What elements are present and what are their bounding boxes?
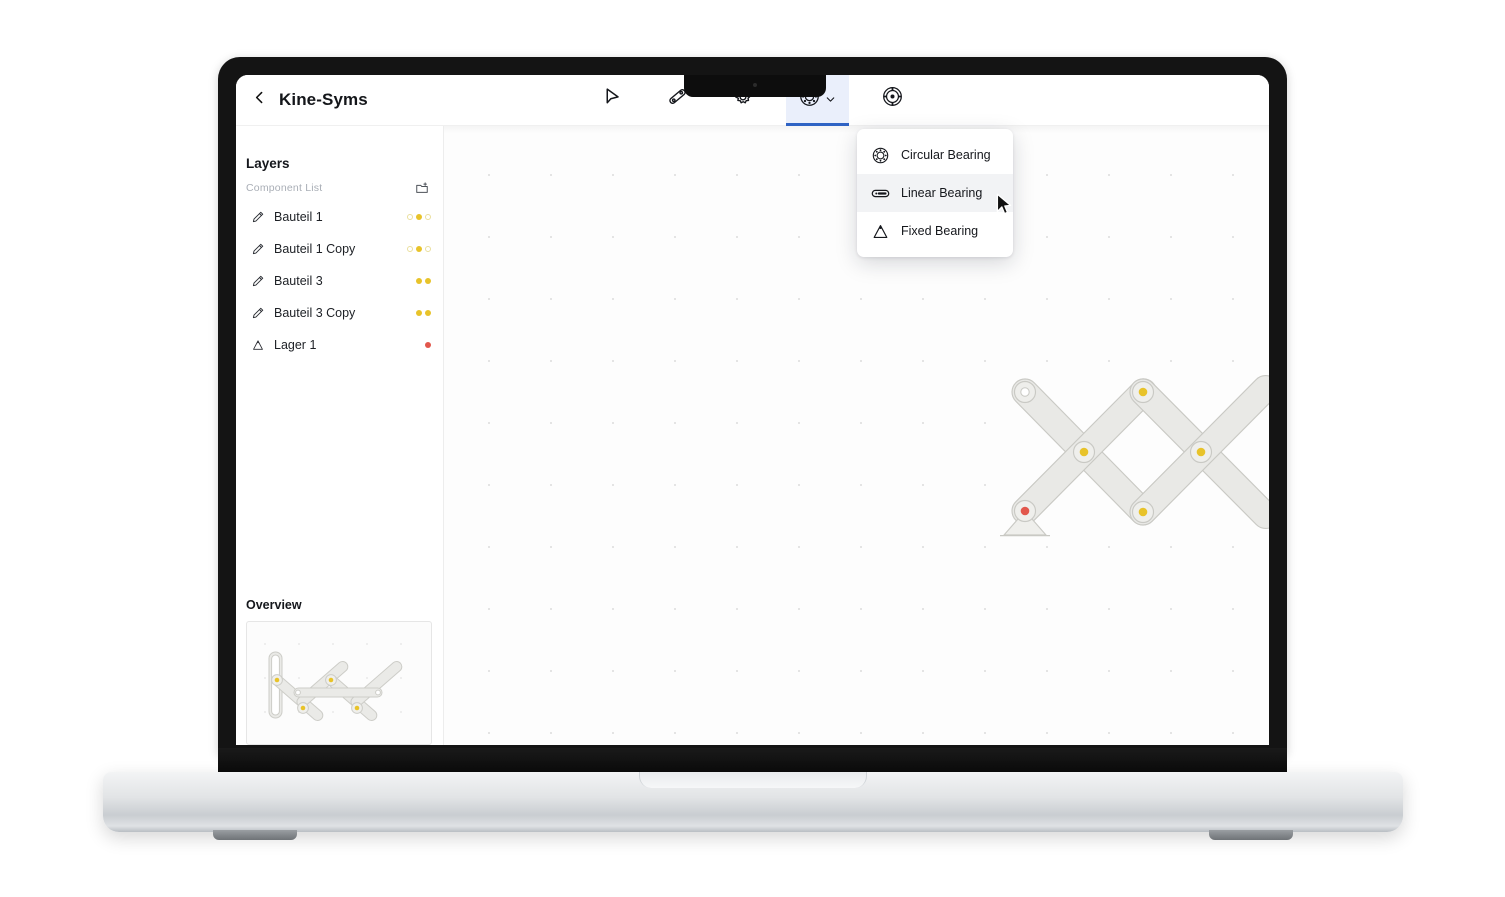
layer-joint-indicators: [407, 246, 431, 252]
joint-indicator-dot: [425, 214, 431, 220]
page-title: Kine-Syms: [279, 90, 368, 109]
fixed-bearing-icon: [250, 337, 266, 353]
layer-joint-indicators: [407, 214, 431, 220]
joint-indicator-dot: [425, 310, 431, 316]
menu-item-linear-bearing[interactable]: Linear Bearing: [857, 174, 1013, 212]
layer-item-label: Lager 1: [274, 338, 317, 352]
menu-item-circular-bearing[interactable]: Circular Bearing: [857, 136, 1013, 174]
menu-item-label: Fixed Bearing: [901, 224, 979, 238]
joint-indicator-dot: [416, 278, 422, 284]
cursor-arrow-icon: [602, 86, 623, 112]
linear-bearing-icon: [869, 183, 891, 204]
layer-joint-indicators: [425, 342, 431, 348]
laptop-foot-right: [1209, 830, 1293, 840]
pencil-icon: [250, 241, 266, 257]
layer-item-label: Bauteil 3: [274, 274, 323, 288]
back-button[interactable]: [244, 85, 274, 115]
layer-item[interactable]: Bauteil 1: [236, 201, 443, 233]
select-tool[interactable]: [581, 75, 644, 126]
overview-mechanism-preview: [264, 643, 403, 721]
menu-item-fixed-bearing[interactable]: Fixed Bearing: [857, 212, 1013, 250]
layer-list: Bauteil 1 Bauteil 1 Copy Bauteil 3 Bauteil …: [236, 201, 443, 361]
layer-item[interactable]: Bauteil 1 Copy: [236, 233, 443, 265]
app-window: Kine-Syms Layers Component List Bauteil …: [236, 75, 1269, 745]
layer-joint-indicators: [416, 278, 431, 284]
pencil-icon: [250, 305, 266, 321]
sidebar-title: Layers: [246, 156, 290, 171]
component-list-header: Component List: [236, 171, 443, 195]
joint-indicator-dot: [416, 246, 422, 252]
joint-indicator-dot: [425, 246, 431, 252]
screenshot-root: Kine-Syms Layers Component List Bauteil …: [0, 0, 1505, 897]
overview-panel: Overview: [236, 598, 443, 745]
menu-item-label: Linear Bearing: [901, 186, 983, 200]
joint-indicator-dot: [425, 278, 431, 284]
joint-indicator-dot: [416, 214, 422, 220]
layers-sidebar: Layers Component List Bauteil 1 Bauteil 1…: [236, 126, 444, 745]
fixed-bearing-icon: [869, 222, 891, 241]
target-bearing-icon: [881, 85, 904, 113]
pencil-icon: [250, 209, 266, 225]
joint-indicator-dot: [407, 214, 413, 220]
chevron-left-icon: [251, 89, 268, 111]
main-area: Layers Component List Bauteil 1 Bauteil 1…: [236, 126, 1269, 745]
ball-bearing-icon: [869, 146, 891, 165]
laptop-base: [103, 772, 1403, 840]
component-list-label: Component List: [246, 182, 323, 194]
laptop-foot-left: [213, 830, 297, 840]
layer-item[interactable]: Bauteil 3: [236, 265, 443, 297]
joint-indicator-dot: [407, 246, 413, 252]
circular-bearing-tool[interactable]: [861, 75, 924, 126]
joint-indicator-dot: [416, 310, 422, 316]
overview-title: Overview: [246, 598, 302, 612]
layer-item[interactable]: Lager 1: [236, 329, 443, 361]
bearing-dropdown-menu: Circular Bearing Linear Bearing Fixed Be…: [857, 129, 1013, 257]
joint-indicator-dot: [425, 342, 431, 348]
pencil-icon: [250, 273, 266, 289]
chevron-down-icon: [824, 93, 837, 106]
layer-item-label: Bauteil 1: [274, 210, 323, 224]
layer-item[interactable]: Bauteil 3 Copy: [236, 297, 443, 329]
overview-thumbnail[interactable]: [246, 621, 432, 745]
menu-item-label: Circular Bearing: [901, 148, 991, 162]
layer-item-label: Bauteil 3 Copy: [274, 306, 356, 320]
laptop-screen: Kine-Syms Layers Component List Bauteil …: [236, 75, 1269, 745]
camera-icon: [753, 83, 757, 87]
add-folder-icon[interactable]: [415, 181, 429, 195]
display-notch: [684, 75, 826, 97]
laptop-base-notch: [639, 772, 867, 788]
layer-item-label: Bauteil 1 Copy: [274, 242, 356, 256]
laptop-hinge: [218, 748, 1287, 774]
layer-joint-indicators: [416, 310, 431, 316]
